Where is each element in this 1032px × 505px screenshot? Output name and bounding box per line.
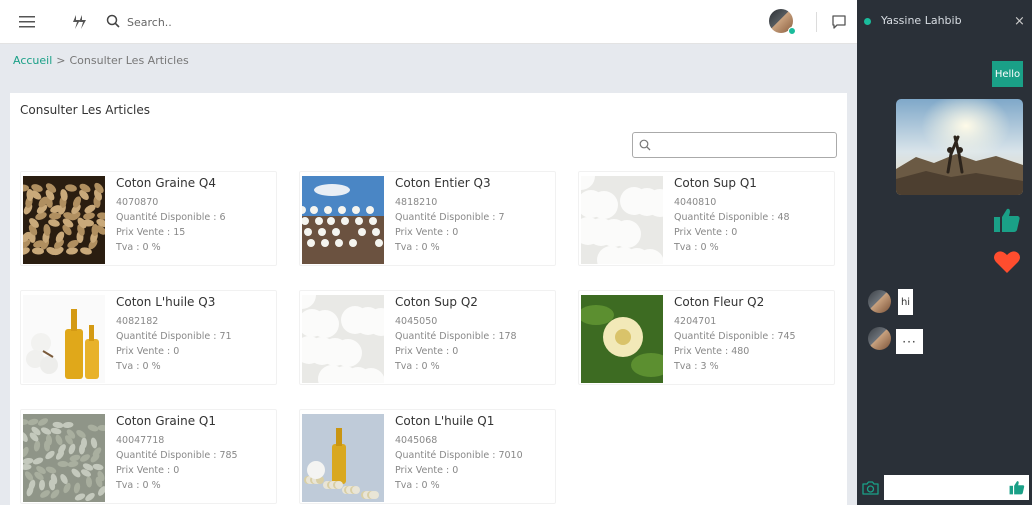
product-card[interactable]: Coton Sup Q1 4040810 Quantité Disponible :… xyxy=(578,171,835,266)
product-tva: Tva : 0 % xyxy=(395,480,440,491)
sent-photo-message[interactable] xyxy=(896,99,1023,195)
product-name: Coton Entier Q3 xyxy=(395,176,491,190)
product-image xyxy=(302,176,384,264)
product-price: Prix Vente : 480 xyxy=(674,346,750,357)
avatar xyxy=(868,327,891,350)
product-quantity: Quantité Disponible : 178 xyxy=(395,331,517,342)
online-status-dot xyxy=(788,27,796,35)
product-quantity: Quantité Disponible : 71 xyxy=(116,331,232,342)
close-icon[interactable]: × xyxy=(1014,14,1025,29)
chat-header: Yassine Lahbib × xyxy=(857,0,1032,40)
product-image xyxy=(581,176,663,264)
camera-icon[interactable] xyxy=(862,480,879,499)
product-image xyxy=(23,295,105,383)
product-image xyxy=(302,414,384,502)
product-quantity: Quantité Disponible : 7 xyxy=(395,212,505,223)
search-icon xyxy=(639,136,651,155)
product-tva: Tva : 0 % xyxy=(116,242,161,253)
product-code: 4045068 xyxy=(395,435,438,446)
breadcrumb-home-link[interactable]: Accueil xyxy=(13,54,52,67)
product-card[interactable]: Coton Graine Q4 4070870 Quantité Disponibl… xyxy=(20,171,277,266)
send-like-icon[interactable] xyxy=(1009,480,1025,499)
flash-icon[interactable] xyxy=(68,11,90,33)
product-price: Prix Vente : 0 xyxy=(116,465,180,476)
product-name: Coton Sup Q2 xyxy=(395,295,478,309)
product-image xyxy=(581,295,663,383)
received-message: hi xyxy=(898,289,913,315)
product-card[interactable]: Coton Sup Q2 4045050 Quantité Disponible :… xyxy=(299,290,556,385)
avatar xyxy=(868,290,891,313)
chat-message-input[interactable] xyxy=(888,481,1006,494)
product-image xyxy=(302,295,384,383)
breadcrumb-current: Consulter Les Articles xyxy=(69,54,189,67)
top-bar xyxy=(0,0,857,44)
chat-toggle-icon[interactable] xyxy=(828,11,850,33)
product-image xyxy=(23,176,105,264)
product-name: Coton Sup Q1 xyxy=(674,176,757,190)
product-name: Coton L'huile Q3 xyxy=(116,295,216,309)
product-quantity: Quantité Disponible : 745 xyxy=(674,331,796,342)
product-price: Prix Vente : 15 xyxy=(116,227,186,238)
search-input[interactable] xyxy=(127,15,287,29)
product-code: 4040810 xyxy=(674,197,717,208)
product-name: Coton Fleur Q2 xyxy=(674,295,765,309)
product-quantity: Quantité Disponible : 48 xyxy=(674,212,790,223)
product-quantity: Quantité Disponible : 785 xyxy=(116,450,238,461)
search-icon xyxy=(106,13,120,32)
product-name: Coton Graine Q1 xyxy=(116,414,216,428)
product-code: 4204701 xyxy=(674,316,717,327)
global-search xyxy=(106,11,287,33)
product-tva: Tva : 0 % xyxy=(116,361,161,372)
product-price: Prix Vente : 0 xyxy=(674,227,738,238)
product-code: 4070870 xyxy=(116,197,159,208)
breadcrumb: Accueil > Consulter Les Articles xyxy=(13,54,189,67)
product-code: 40047718 xyxy=(116,435,165,446)
product-code: 4082182 xyxy=(116,316,159,327)
product-card[interactable]: Coton L'huile Q3 4082182 Quantité Disponib… xyxy=(20,290,277,385)
product-image xyxy=(23,414,105,502)
page-title: Consulter Les Articles xyxy=(20,103,151,117)
articles-search-input[interactable] xyxy=(656,138,826,152)
product-quantity: Quantité Disponible : 7010 xyxy=(395,450,523,461)
product-tva: Tva : 0 % xyxy=(674,242,719,253)
product-price: Prix Vente : 0 xyxy=(395,227,459,238)
chat-panel: Yassine Lahbib × Hello hi ··· xyxy=(857,0,1032,505)
sent-message: Hello xyxy=(992,61,1023,87)
product-code: 4818210 xyxy=(395,197,438,208)
divider xyxy=(816,12,817,32)
thumbs-up-icon xyxy=(993,207,1021,237)
product-tva: Tva : 0 % xyxy=(395,361,440,372)
articles-card: Consulter Les Articles Coton Graine Q4 40… xyxy=(10,93,847,505)
product-card[interactable]: Coton L'huile Q1 4045068 Quantité Disponib… xyxy=(299,409,556,504)
product-tva: Tva : 0 % xyxy=(116,480,161,491)
chat-user-name: Yassine Lahbib xyxy=(881,14,962,27)
product-card[interactable]: Coton Entier Q3 4818210 Quantité Disponibl… xyxy=(299,171,556,266)
product-card[interactable]: Coton Fleur Q2 4204701 Quantité Disponible… xyxy=(578,290,835,385)
product-price: Prix Vente : 0 xyxy=(395,465,459,476)
online-status-dot xyxy=(864,18,871,25)
breadcrumb-separator: > xyxy=(56,54,66,67)
product-name: Coton Graine Q4 xyxy=(116,176,216,190)
product-code: 4045050 xyxy=(395,316,438,327)
typing-indicator: ··· xyxy=(896,329,923,354)
chat-message-field xyxy=(884,475,1029,500)
product-quantity: Quantité Disponible : 6 xyxy=(116,212,226,223)
product-tva: Tva : 3 % xyxy=(674,361,719,372)
product-tva: Tva : 0 % xyxy=(395,242,440,253)
articles-filter xyxy=(632,132,837,158)
product-price: Prix Vente : 0 xyxy=(395,346,459,357)
product-card[interactable]: Coton Graine Q1 40047718 Quantité Disponib… xyxy=(20,409,277,504)
product-price: Prix Vente : 0 xyxy=(116,346,180,357)
menu-icon[interactable] xyxy=(16,11,38,33)
product-name: Coton L'huile Q1 xyxy=(395,414,495,428)
heart-icon xyxy=(993,250,1021,278)
